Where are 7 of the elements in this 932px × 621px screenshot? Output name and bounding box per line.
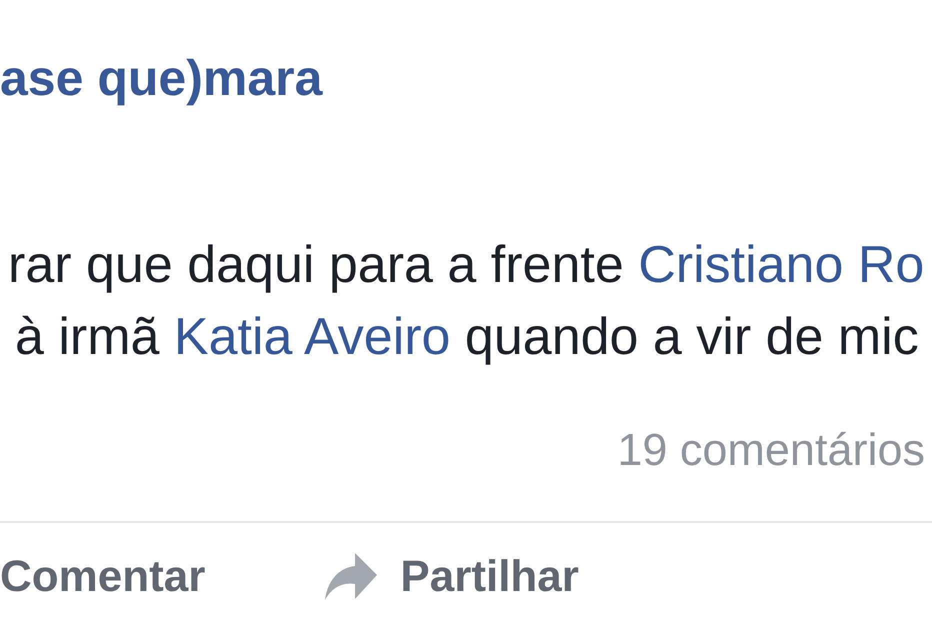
comment-button[interactable]: Comentar <box>0 550 206 604</box>
person-link[interactable]: Katia Aveiro <box>174 308 450 366</box>
share-button[interactable]: Partilhar <box>323 550 579 604</box>
share-arrow-icon <box>323 553 378 601</box>
person-link[interactable]: Cristiano Ro <box>638 236 924 294</box>
post-text: rar que daqui para a frente Cristiano Ro à irmã Katia Aveiro quando a vir de mic <box>7 235 926 368</box>
page-name-link[interactable]: ase que)mara <box>0 48 322 108</box>
